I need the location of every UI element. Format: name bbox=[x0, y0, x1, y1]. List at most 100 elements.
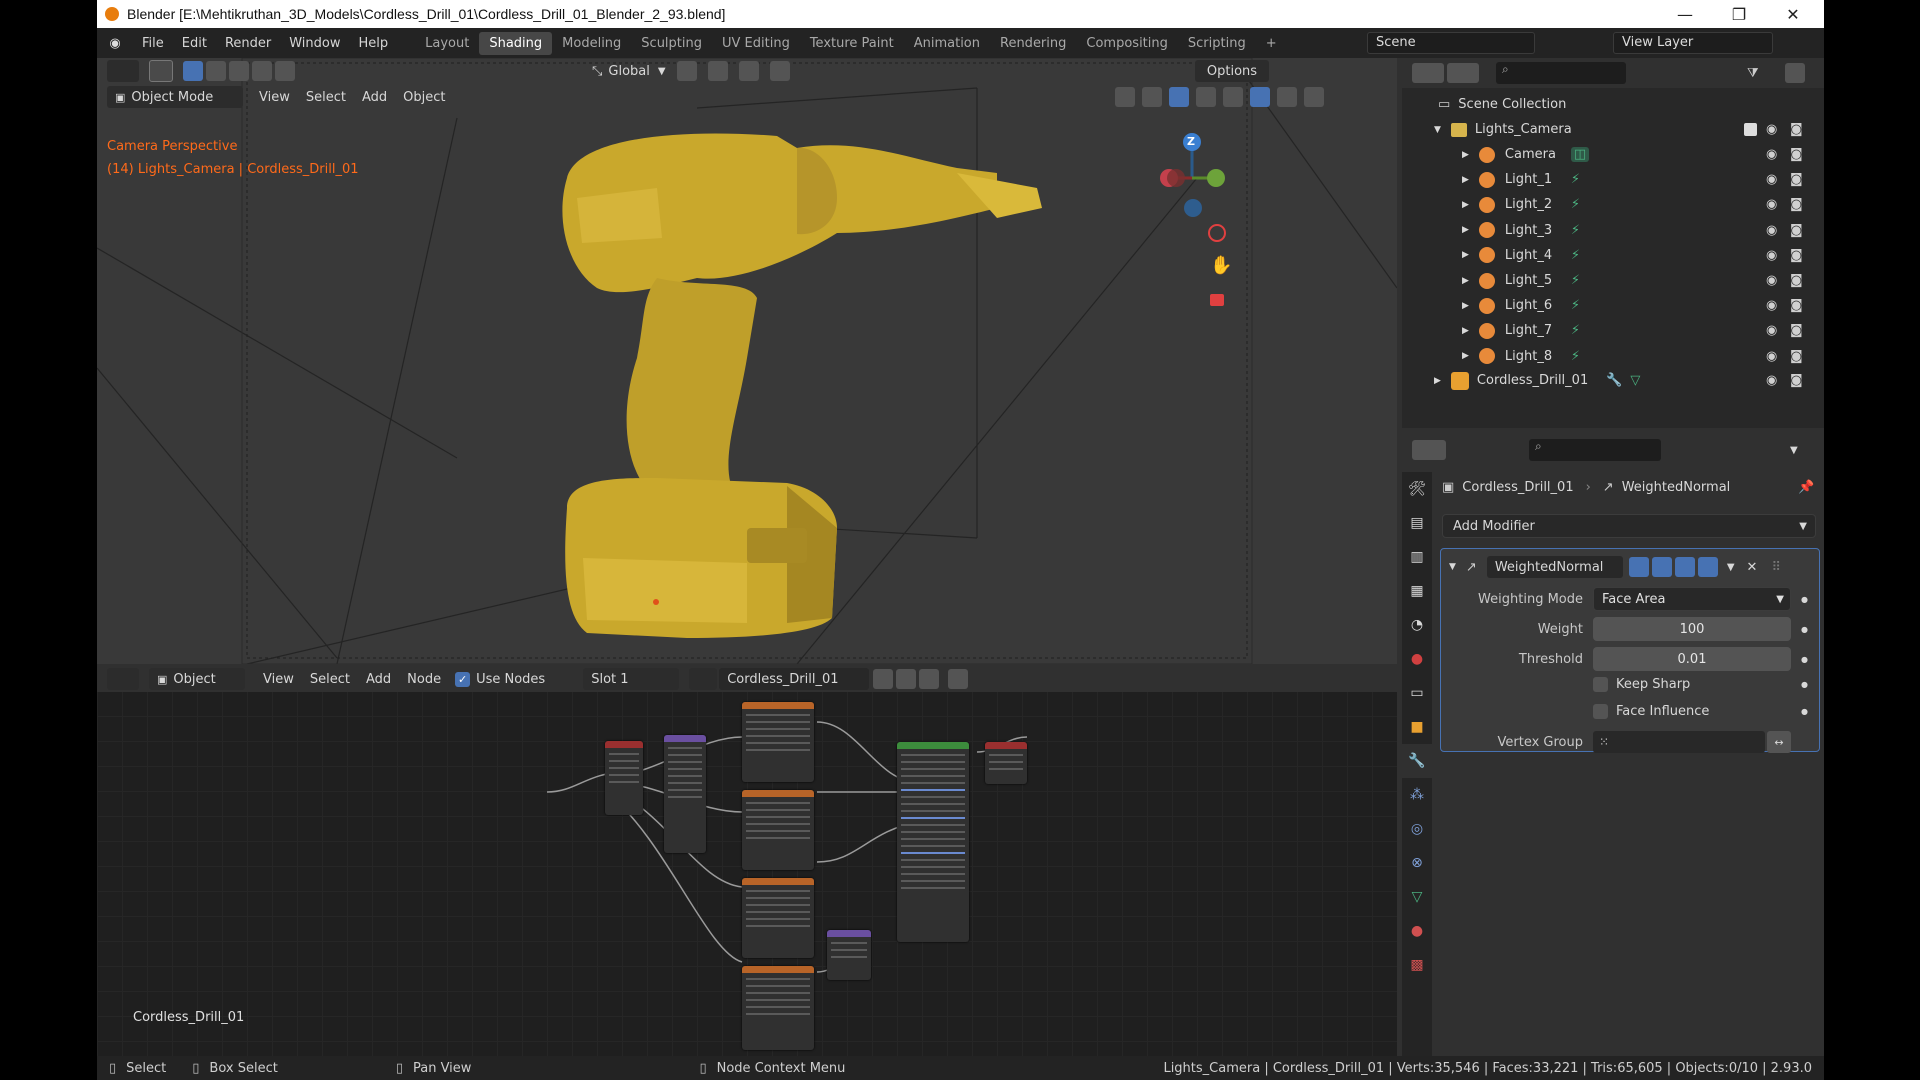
shader-type-dropdown[interactable]: ▣ Object bbox=[149, 668, 245, 690]
remove-modifier-icon[interactable]: ✕ bbox=[1747, 560, 1758, 575]
physics-tab-icon[interactable]: ◎ bbox=[1402, 812, 1432, 846]
object-mode-dropdown[interactable]: ▣ Object Mode bbox=[107, 86, 243, 108]
scene-selector[interactable]: Scene bbox=[1367, 32, 1535, 54]
expand-arrow-icon[interactable]: ▶ bbox=[1462, 225, 1469, 235]
viewport-toggle-icon[interactable] bbox=[1674, 557, 1695, 577]
world-tab-icon[interactable]: ● bbox=[1402, 642, 1432, 676]
blender-menu-icon[interactable]: ◉ bbox=[97, 36, 133, 51]
select-intersect-icon[interactable] bbox=[275, 61, 295, 81]
node-image-texture-3[interactable] bbox=[742, 878, 814, 958]
camera-render-icon[interactable]: ◙ bbox=[1790, 197, 1803, 212]
display-mode-icon[interactable] bbox=[1447, 63, 1479, 83]
tab-animation[interactable]: Animation bbox=[904, 32, 990, 55]
collapse-arrow-icon[interactable]: ▼ bbox=[1449, 562, 1456, 572]
select-invert-icon[interactable] bbox=[252, 61, 272, 81]
eye-icon[interactable]: ◉ bbox=[1766, 223, 1777, 238]
shader-node-editor[interactable]: ▣ Object View Select Add Node ✓ Use Node… bbox=[97, 666, 1397, 1056]
material-name-field[interactable]: Cordless_Drill_01 bbox=[719, 668, 870, 690]
outliner-row-light-4[interactable]: ▶ Light_4 ⚡ ◉ ◙ bbox=[1402, 243, 1824, 268]
eye-icon[interactable]: ◉ bbox=[1766, 298, 1777, 313]
node-image-texture-2[interactable] bbox=[742, 790, 814, 870]
data-tab-icon[interactable]: ▽ bbox=[1402, 880, 1432, 914]
expand-arrow-icon[interactable]: ▶ bbox=[1462, 351, 1469, 361]
transform-orientation[interactable]: ⤡ Global ▼ bbox=[592, 64, 666, 79]
3d-viewport[interactable]: ✋ ⤡ Global ▼ Options ▣ Object Mode View … bbox=[97, 58, 1397, 664]
camera-render-icon[interactable]: ◙ bbox=[1790, 323, 1803, 338]
camera-render-icon[interactable]: ◙ bbox=[1790, 147, 1803, 162]
render-tab-icon[interactable]: ▤ bbox=[1402, 506, 1432, 540]
fake-user-icon[interactable] bbox=[873, 669, 894, 689]
node-texture-coordinate[interactable] bbox=[605, 741, 643, 815]
node-principled-bsdf[interactable] bbox=[897, 742, 969, 942]
eye-icon[interactable]: ◉ bbox=[1766, 147, 1777, 162]
select-new-icon[interactable] bbox=[183, 61, 203, 81]
outliner-row-light-1[interactable]: ▶ Light_1 ⚡ ◉ ◙ bbox=[1402, 167, 1824, 192]
keep-sharp-checkbox[interactable] bbox=[1593, 677, 1608, 692]
keyframe-dot-icon[interactable]: ● bbox=[1801, 680, 1808, 689]
minimize-button[interactable]: — bbox=[1658, 0, 1712, 28]
tool-tab-icon[interactable]: 🛠 bbox=[1402, 472, 1432, 506]
tab-sculpting[interactable]: Sculpting bbox=[631, 32, 712, 55]
camera-render-icon[interactable]: ◙ bbox=[1790, 373, 1803, 388]
outliner-row-scene-collection[interactable]: ▭ Scene Collection bbox=[1402, 92, 1824, 117]
outliner-row-light-7[interactable]: ▶ Light_7 ⚡ ◉ ◙ bbox=[1402, 318, 1824, 343]
gizmo-icon[interactable] bbox=[1142, 87, 1162, 107]
outliner-row-cordless-drill[interactable]: ▶ Cordless_Drill_01 🔧 ▽ ◉ ◙ bbox=[1402, 368, 1824, 393]
chevron-down-icon[interactable]: ▼ bbox=[1790, 445, 1798, 456]
camera-render-icon[interactable]: ◙ bbox=[1790, 349, 1803, 364]
new-collection-icon[interactable] bbox=[1785, 63, 1805, 83]
keep-sharp-row[interactable]: Keep Sharp ● bbox=[1593, 677, 1808, 692]
node-mapping[interactable] bbox=[664, 735, 706, 853]
node-normal-map[interactable] bbox=[827, 930, 871, 980]
properties-type-icon[interactable] bbox=[1412, 440, 1446, 460]
tab-uv-editing[interactable]: UV Editing bbox=[712, 32, 800, 55]
options-dropdown[interactable]: Options bbox=[1195, 60, 1269, 82]
camera-render-icon[interactable]: ◙ bbox=[1790, 273, 1803, 288]
material-shading-icon[interactable] bbox=[1277, 87, 1297, 107]
viewport-menu-select[interactable]: Select bbox=[298, 88, 354, 107]
camera-render-icon[interactable]: ◙ bbox=[1790, 298, 1803, 313]
eye-icon[interactable]: ◉ bbox=[1766, 349, 1777, 364]
node-material-output[interactable] bbox=[985, 742, 1027, 784]
close-button[interactable]: ✕ bbox=[1766, 0, 1820, 28]
eye-icon[interactable]: ◉ bbox=[1766, 172, 1777, 187]
drag-handle-icon[interactable]: ⠿ bbox=[1771, 560, 1781, 575]
eye-icon[interactable]: ◉ bbox=[1766, 273, 1777, 288]
expand-arrow-icon[interactable]: ▶ bbox=[1462, 276, 1469, 286]
view-layer-tab-icon[interactable]: ▦ bbox=[1402, 574, 1432, 608]
tab-shading[interactable]: Shading bbox=[479, 31, 553, 55]
expand-arrow-icon[interactable]: ▶ bbox=[1462, 250, 1469, 260]
invert-vertex-group-icon[interactable]: ↔ bbox=[1767, 731, 1791, 753]
node-menu-node[interactable]: Node bbox=[399, 670, 449, 689]
viewport-menu-view[interactable]: View bbox=[251, 88, 298, 107]
properties-search-input[interactable]: ⌕ bbox=[1529, 439, 1661, 461]
face-influence-row[interactable]: Face Influence ● bbox=[1593, 704, 1808, 719]
constraints-tab-icon[interactable]: ⊗ bbox=[1402, 846, 1432, 880]
editor-type-dropdown[interactable] bbox=[107, 60, 139, 82]
camera-render-icon[interactable]: ◙ bbox=[1790, 248, 1803, 263]
outliner-row-light-3[interactable]: ▶ Light_3 ⚡ ◉ ◙ bbox=[1402, 218, 1824, 243]
expand-arrow-icon[interactable]: ▶ bbox=[1434, 376, 1441, 386]
keyframe-dot-icon[interactable]: ● bbox=[1801, 655, 1808, 664]
scene-tab-icon[interactable]: ◔ bbox=[1402, 608, 1432, 642]
select-subtract-icon[interactable] bbox=[229, 61, 249, 81]
filter-icon[interactable]: ⧩ bbox=[1747, 66, 1759, 81]
unlink-material-icon[interactable] bbox=[919, 669, 940, 689]
expand-arrow-icon[interactable]: ▶ bbox=[1462, 150, 1469, 160]
expand-arrow-icon[interactable]: ▶ bbox=[1462, 301, 1469, 311]
rendered-shading-icon[interactable] bbox=[1304, 87, 1324, 107]
proportional-edit-icon[interactable] bbox=[770, 61, 790, 81]
collapse-arrow-icon[interactable]: ▼ bbox=[1434, 125, 1441, 135]
visibility-icon[interactable] bbox=[1115, 87, 1135, 107]
modifier-name-field[interactable]: WeightedNormal bbox=[1486, 556, 1623, 578]
menu-help[interactable]: Help bbox=[350, 36, 398, 51]
xray-icon[interactable] bbox=[1196, 87, 1216, 107]
use-nodes-toggle[interactable]: ✓ Use Nodes bbox=[455, 671, 545, 687]
node-editor-type-dropdown[interactable] bbox=[107, 668, 139, 690]
keyframe-dot-icon[interactable]: ● bbox=[1801, 595, 1808, 604]
tab-texture-paint[interactable]: Texture Paint bbox=[800, 32, 904, 55]
tab-layout[interactable]: Layout bbox=[415, 32, 479, 55]
outliner-row-light-6[interactable]: ▶ Light_6 ⚡ ◉ ◙ bbox=[1402, 293, 1824, 318]
eye-icon[interactable]: ◉ bbox=[1766, 323, 1777, 338]
keyframe-dot-icon[interactable]: ● bbox=[1801, 707, 1808, 716]
